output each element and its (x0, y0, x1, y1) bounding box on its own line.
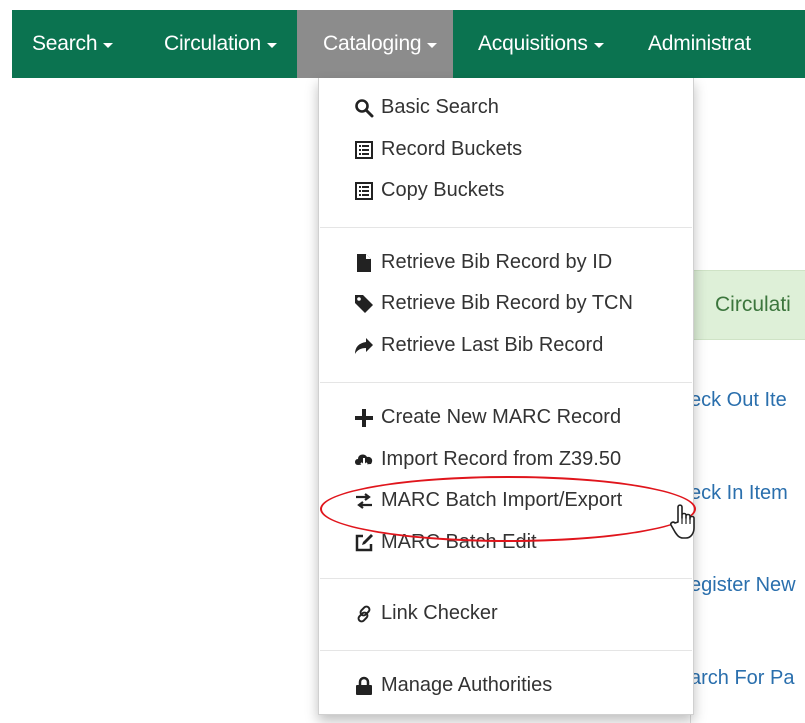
menu-item-label: Import Record from Z39.50 (381, 448, 622, 470)
edit-icon (353, 532, 375, 554)
hand-cursor-icon (668, 502, 702, 547)
nav-circulation-label: Circulation (164, 32, 262, 55)
nav-acquisitions-label: Acquisitions (478, 32, 588, 55)
menu-basic-search[interactable]: Basic Search (353, 96, 499, 119)
check-in-link[interactable]: eck In Item (690, 482, 788, 505)
nav-search-menu[interactable]: Search (12, 10, 132, 78)
circulation-panel-title: Circulati (715, 293, 791, 316)
menu-item-label: MARC Batch Import/Export (381, 489, 623, 511)
list-icon (353, 180, 375, 202)
menu-divider (320, 382, 692, 383)
menu-retrieve-bib-by-tcn[interactable]: Retrieve Bib Record by TCN (353, 292, 633, 315)
menu-item-label: MARC Batch Edit (381, 531, 537, 553)
menu-item-label: Record Buckets (381, 138, 523, 160)
lock-icon (353, 675, 375, 697)
link-icon (353, 603, 375, 625)
list-icon (353, 139, 375, 161)
search-patron-link[interactable]: arch For Pa (690, 667, 794, 690)
caret-down-icon (593, 42, 604, 48)
menu-import-z3950[interactable]: Import Record from Z39.50 (353, 448, 621, 471)
file-icon (353, 252, 375, 274)
menu-item-label: Basic Search (381, 96, 499, 118)
menu-item-label: Manage Authorities (381, 674, 553, 696)
nav-circulation-menu[interactable]: Circulation (132, 10, 292, 78)
menu-item-label: Retrieve Bib Record by ID (381, 251, 613, 273)
caret-down-icon (103, 42, 114, 48)
nav-cataloging-menu[interactable]: Cataloging (297, 10, 453, 78)
menu-item-label: Link Checker (381, 602, 498, 624)
register-patron-link[interactable]: egister New (690, 574, 796, 597)
menu-marc-batch-edit[interactable]: MARC Batch Edit (353, 531, 537, 554)
menu-manage-authorities[interactable]: Manage Authorities (353, 674, 552, 697)
nav-acquisitions-menu[interactable]: Acquisitions (453, 10, 628, 78)
share-arrow-icon (353, 335, 375, 357)
transfer-icon (353, 490, 375, 512)
menu-divider (320, 578, 692, 579)
menu-divider (320, 650, 692, 651)
menu-record-buckets[interactable]: Record Buckets (353, 138, 522, 161)
plus-icon (353, 407, 375, 429)
menu-item-label: Create New MARC Record (381, 406, 622, 428)
circulation-panel-header: Circulati (690, 270, 805, 340)
menu-item-label: Copy Buckets (381, 179, 505, 201)
search-icon (353, 97, 375, 119)
menu-link-checker[interactable]: Link Checker (353, 602, 498, 625)
check-out-link[interactable]: eck Out Ite (690, 389, 787, 412)
menu-create-new-marc[interactable]: Create New MARC Record (353, 406, 621, 429)
top-navbar: Search Circulation Cataloging Acquisitio… (12, 10, 805, 78)
menu-retrieve-last-bib[interactable]: Retrieve Last Bib Record (353, 334, 603, 357)
menu-item-label: Retrieve Bib Record by TCN (381, 292, 633, 314)
nav-search-label: Search (32, 32, 98, 55)
caret-down-icon (427, 42, 438, 48)
caret-down-icon (267, 42, 278, 48)
menu-retrieve-bib-by-id[interactable]: Retrieve Bib Record by ID (353, 251, 612, 274)
menu-copy-buckets[interactable]: Copy Buckets (353, 179, 504, 202)
menu-marc-batch-import-export[interactable]: MARC Batch Import/Export (353, 489, 622, 512)
tag-icon (353, 293, 375, 315)
nav-administration-menu[interactable]: Administrat (628, 10, 751, 78)
menu-item-label: Retrieve Last Bib Record (381, 334, 604, 356)
menu-divider (320, 227, 692, 228)
cataloging-dropdown-menu: Basic Search Record Buckets Copy Buckets… (318, 78, 694, 715)
nav-cataloging-label: Cataloging (323, 32, 422, 55)
cloud-download-icon (353, 449, 375, 471)
nav-administration-label: Administrat (648, 32, 751, 55)
